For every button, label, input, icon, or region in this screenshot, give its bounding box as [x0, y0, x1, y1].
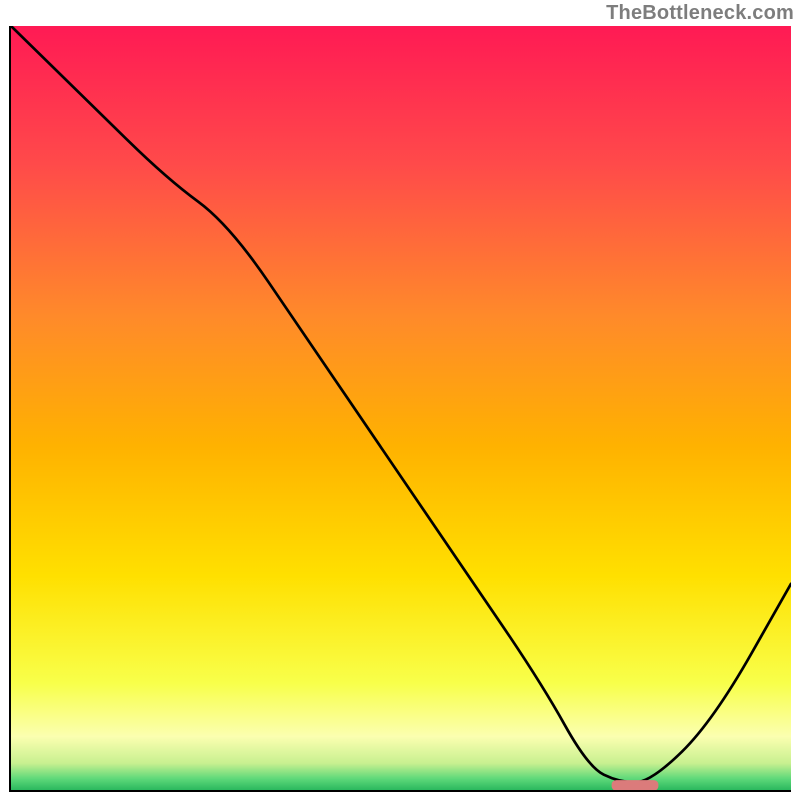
optimal-marker	[11, 26, 791, 790]
watermark-text: TheBottleneck.com	[606, 2, 794, 25]
plot-area	[9, 26, 791, 792]
